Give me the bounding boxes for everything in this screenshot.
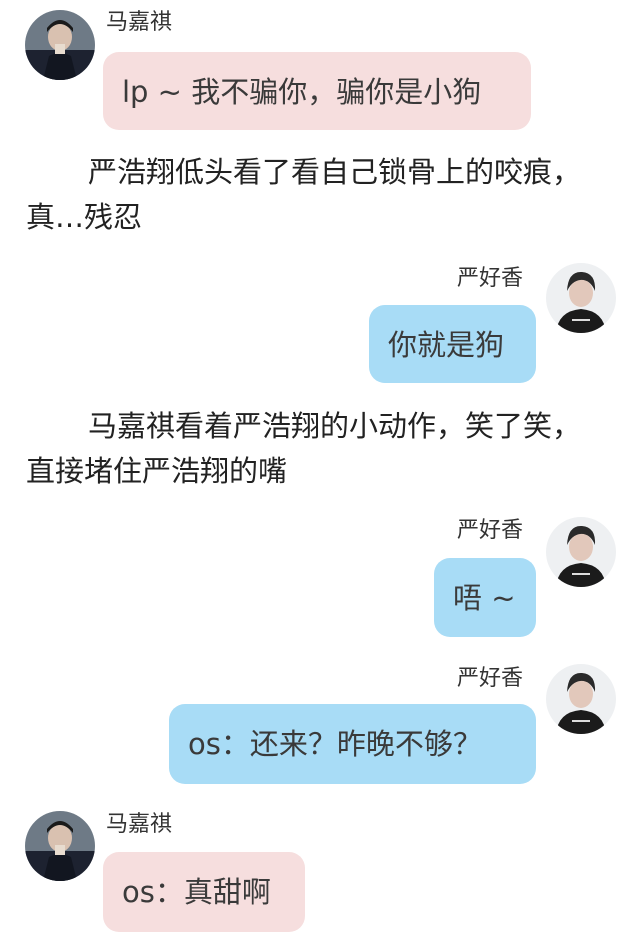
message-bubble[interactable]: os：真甜啊: [103, 852, 305, 932]
avatar-ma-jiaqi-icon: [25, 811, 95, 881]
avatar-yan-haoxiang-icon: [546, 517, 616, 587]
avatar-yan-haoxiang[interactable]: [546, 263, 616, 333]
sender-name: 严好香: [457, 266, 524, 291]
narration-text: 马嘉祺看着严浩翔的小动作，笑了笑，直接堵住严浩翔的嘴: [26, 409, 582, 488]
message-bubble[interactable]: os：还来？昨晚不够？: [169, 704, 536, 784]
avatar-yan-haoxiang-icon: [546, 263, 616, 333]
avatar-ma-jiaqi[interactable]: [25, 10, 95, 80]
message-bubble[interactable]: 唔 ~: [434, 558, 536, 637]
message-bubble[interactable]: lp ~ 我不骗你，骗你是小狗: [103, 52, 531, 130]
sender-name: 马嘉祺: [106, 812, 173, 837]
avatar-yan-haoxiang[interactable]: [546, 664, 616, 734]
narration-text: 严浩翔低头看了看自己锁骨上的咬痕，真…残忍: [26, 155, 582, 234]
sender-name: 严好香: [457, 518, 524, 543]
avatar-yan-haoxiang[interactable]: [546, 517, 616, 587]
avatar-ma-jiaqi[interactable]: [25, 811, 95, 881]
sender-name: 马嘉祺: [106, 10, 173, 35]
avatar-yan-haoxiang-icon: [546, 664, 616, 734]
avatar-ma-jiaqi-icon: [25, 10, 95, 80]
sender-name: 严好香: [457, 666, 524, 691]
message-bubble[interactable]: 你就是狗: [369, 305, 536, 383]
